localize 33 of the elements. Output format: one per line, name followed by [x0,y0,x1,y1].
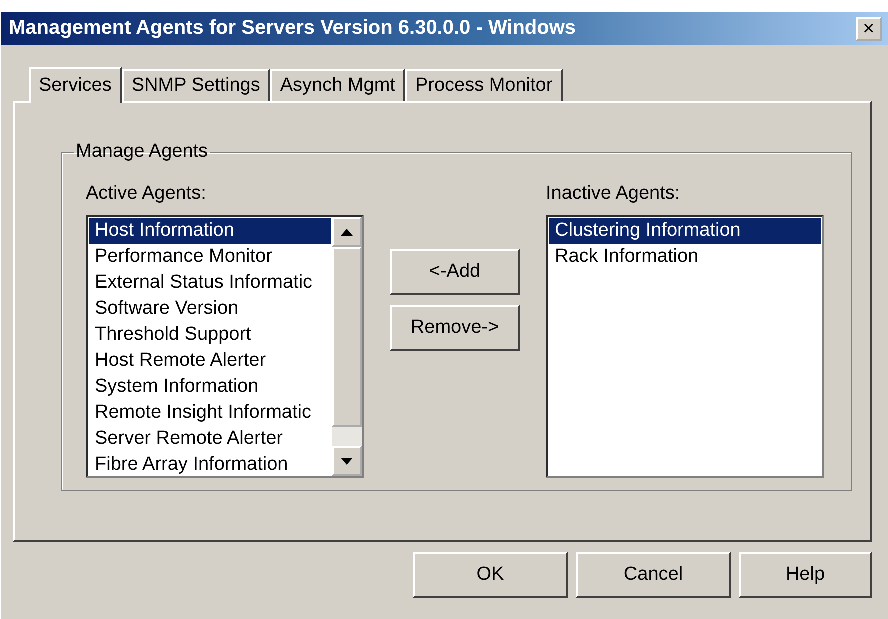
list-item[interactable]: External Status Informatic [89,270,331,296]
dialog-button[interactable]: Help [739,552,872,598]
list-item[interactable]: Threshold Support [89,322,331,348]
list-item[interactable]: Fibre Array Information [89,452,331,476]
close-button[interactable]: × [856,16,882,40]
list-item[interactable]: Remote Insight Informatic [89,400,331,426]
move-button[interactable]: Remove-> [390,305,520,351]
agent-list[interactable] [86,215,364,478]
list-item[interactable]: Host Remote Alerter [89,348,331,374]
list-item[interactable]: Rack Information [549,244,821,270]
tab[interactable]: Services [29,67,122,103]
list-label: Active Agents: [86,183,208,205]
tab[interactable]: SNMP Settings [122,69,270,101]
list-item[interactable]: System Information [89,374,331,400]
list-label: Inactive Agents: [546,183,682,205]
up-triangle-icon [341,228,353,236]
tab[interactable]: Process Monitor [405,69,563,101]
list-item[interactable]: Clustering Information [549,218,821,244]
tab[interactable]: Asynch Mgmt [270,69,406,101]
window-title: Management Agents for Servers Version 6.30.0.0 - Windows [9,17,576,40]
scroll-up-button[interactable] [332,217,362,247]
dialog-button[interactable]: OK [413,552,568,598]
scroll-down-button[interactable] [332,446,362,476]
move-button[interactable]: <-Add [390,249,520,295]
list-item[interactable]: Performance Monitor [89,244,331,270]
list-item[interactable]: Server Remote Alerter [89,426,331,452]
agent-list[interactable]: Clustering Information Rack Information [546,215,824,478]
down-triangle-icon [341,458,353,464]
group-title: Manage Agents [75,141,210,163]
list-item[interactable]: Software Version [89,296,331,322]
list-item[interactable]: Host Information [89,218,331,244]
scrollbar-thumb[interactable] [332,247,362,427]
dialog-button[interactable]: Cancel [576,552,731,598]
